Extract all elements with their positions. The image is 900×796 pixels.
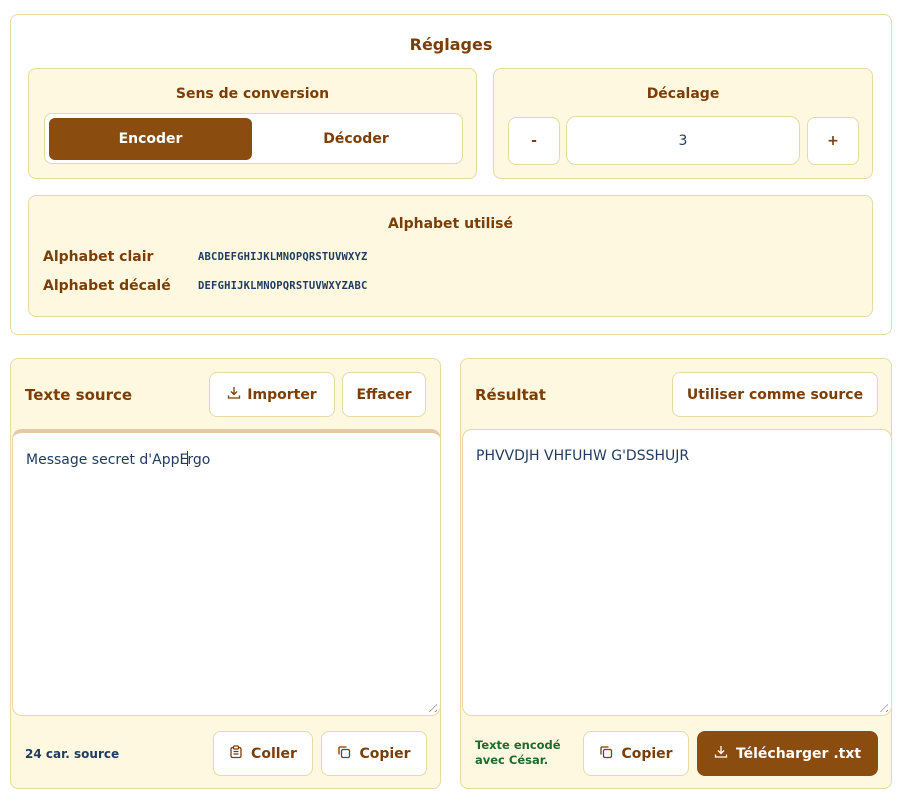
paste-button[interactable]: Coller — [213, 731, 313, 776]
encode-option[interactable]: Encoder — [49, 118, 252, 160]
source-text-before-caret: Message secret d'AppE — [26, 452, 189, 468]
download-tray-icon — [714, 745, 728, 763]
shift-decrement-button[interactable]: - — [508, 117, 560, 165]
source-panel: Texte source Importer Effacer Message se… — [10, 358, 441, 789]
plain-alphabet-label: Alphabet clair — [43, 249, 154, 265]
shift-input[interactable]: 3 — [566, 116, 800, 165]
result-text: PHVVDJH VHFUHW G'DSSHUJR — [476, 448, 690, 464]
plain-alphabet-value: ABCDEFGHIJKLMNOPQRSTUVWXYZ — [198, 251, 368, 263]
plain-alphabet-row: Alphabet clair ABCDEFGHIJKLMNOPQRSTUVWXY… — [43, 249, 368, 265]
shifted-alphabet-value: DEFGHIJKLMNOPQRSTUVWXYZABC — [198, 280, 368, 292]
status-message: Texte encodé avec César. — [475, 738, 561, 767]
char-count: 24 car. source — [25, 747, 120, 761]
direction-toggle: Encoder Décoder — [44, 113, 463, 164]
download-label: Télécharger .txt — [735, 745, 862, 762]
copy-result-label: Copier — [621, 745, 673, 762]
alphabet-panel: Alphabet utilisé Alphabet clair ABCDEFGH… — [28, 195, 873, 317]
copy-source-button[interactable]: Copier — [321, 731, 427, 776]
download-tray-icon — [227, 386, 241, 404]
resize-handle-icon[interactable] — [876, 700, 888, 712]
result-title: Résultat — [475, 386, 546, 404]
download-txt-button[interactable]: Télécharger .txt — [697, 731, 878, 776]
clear-button[interactable]: Effacer — [342, 372, 426, 417]
source-textarea[interactable]: Message secret d'AppErgo — [12, 429, 441, 716]
paste-label: Coller — [251, 745, 297, 762]
shift-title: Décalage — [646, 86, 720, 102]
decode-option[interactable]: Décoder — [254, 118, 458, 160]
resize-handle-icon[interactable] — [425, 700, 437, 712]
settings-title: Réglages — [409, 35, 493, 54]
source-text-after-caret: rgo — [187, 452, 211, 468]
direction-panel: Sens de conversion Encoder Décoder — [28, 68, 477, 179]
source-title: Texte source — [25, 386, 133, 404]
import-label: Importer — [247, 386, 317, 403]
direction-title: Sens de conversion — [175, 86, 330, 102]
copy-icon — [599, 745, 613, 763]
result-panel: Résultat Utiliser comme source PHVVDJH V… — [460, 358, 892, 789]
copy-result-button[interactable]: Copier — [583, 731, 689, 776]
copy-source-label: Copier — [359, 745, 411, 762]
clipboard-icon — [229, 744, 243, 763]
use-as-source-button[interactable]: Utiliser comme source — [672, 372, 878, 417]
shifted-alphabet-row: Alphabet décalé DEFGHIJKLMNOPQRSTUVWXYZA… — [43, 278, 368, 294]
shift-increment-button[interactable]: + — [807, 117, 859, 165]
shift-panel: Décalage - 3 + — [493, 68, 873, 179]
alphabet-title: Alphabet utilisé — [387, 216, 514, 232]
shifted-alphabet-label: Alphabet décalé — [43, 278, 171, 294]
import-button[interactable]: Importer — [209, 372, 335, 417]
result-textarea[interactable]: PHVVDJH VHFUHW G'DSSHUJR — [462, 429, 892, 716]
copy-icon — [337, 745, 351, 763]
